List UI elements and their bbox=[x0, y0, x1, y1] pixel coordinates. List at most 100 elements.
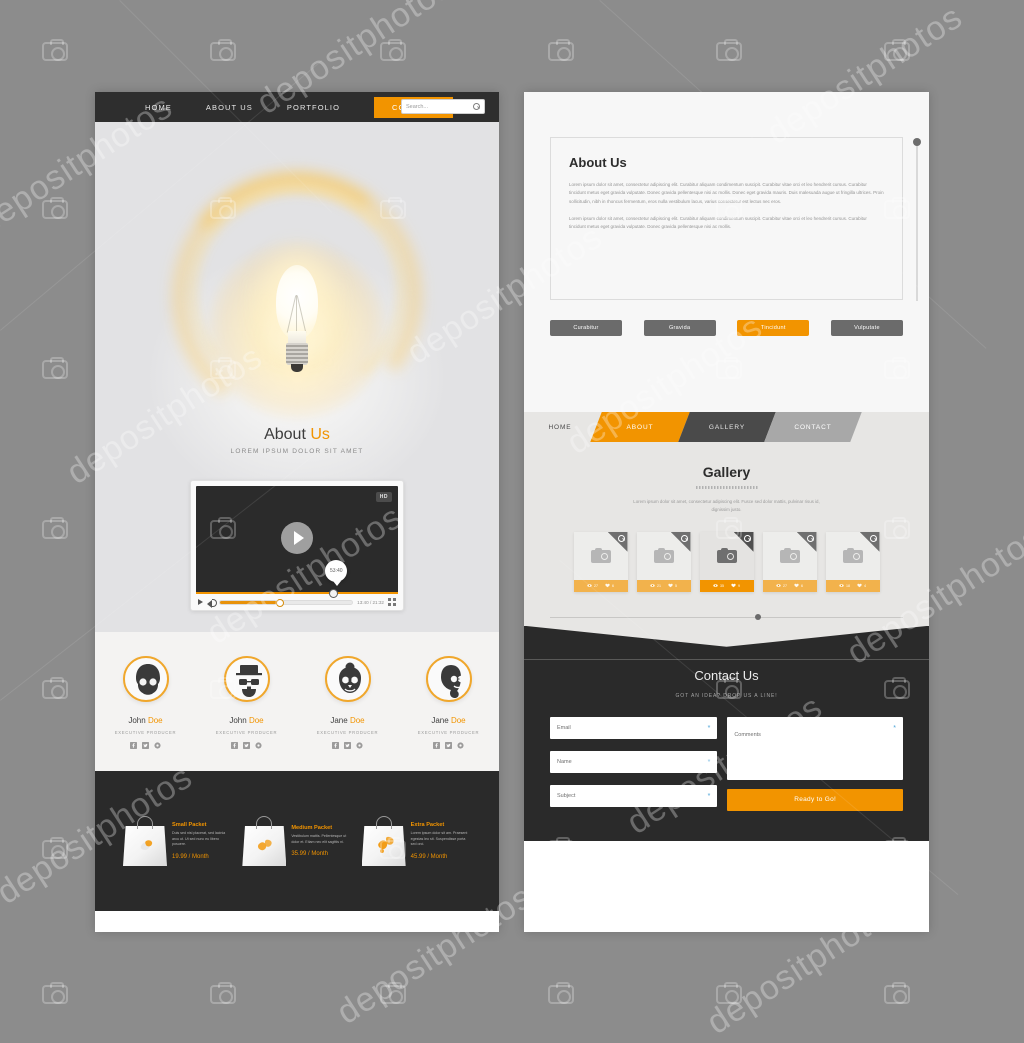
skewnav-item-gallery[interactable]: GALLERY bbox=[678, 412, 776, 442]
gallery-card[interactable]: 27 6 bbox=[573, 531, 628, 592]
eye-icon bbox=[839, 584, 844, 588]
facebook-icon[interactable] bbox=[130, 742, 137, 749]
facebook-icon[interactable] bbox=[332, 742, 339, 749]
zoom-corner-badge[interactable] bbox=[733, 531, 754, 552]
member-role: EXECUTIVE PRODUCER bbox=[417, 730, 480, 735]
team-member: John Doe EXECUTIVE PRODUCER bbox=[106, 656, 186, 749]
play-icon-small[interactable] bbox=[198, 599, 203, 605]
avatar[interactable] bbox=[223, 656, 270, 702]
team-member: Jane Doe EXECUTIVE PRODUCER bbox=[308, 656, 388, 749]
nav-item-home[interactable]: HOME bbox=[145, 97, 172, 118]
name-field[interactable]: Name * bbox=[550, 750, 718, 773]
email-field[interactable]: Email * bbox=[550, 716, 718, 739]
social-links bbox=[106, 742, 186, 749]
dribbble-icon[interactable] bbox=[457, 742, 464, 749]
gallery-thumbnail bbox=[700, 531, 754, 580]
gallery-card[interactable]: 18 4 bbox=[825, 531, 880, 592]
about-title: About Us bbox=[569, 155, 627, 170]
carousel-track bbox=[550, 616, 903, 618]
packet-title: Extra Packet bbox=[410, 822, 445, 829]
vertical-slider-handle[interactable] bbox=[913, 138, 921, 146]
gallery-thumbnail bbox=[574, 531, 628, 580]
subject-field[interactable]: Subject * bbox=[550, 784, 718, 807]
facebook-icon[interactable] bbox=[433, 742, 440, 749]
volume-slider[interactable] bbox=[219, 598, 354, 607]
comment-count: 5 bbox=[668, 583, 677, 588]
tag-button-gravida[interactable]: Gravida bbox=[643, 320, 716, 336]
nav-item-portfolio[interactable]: PORTFOLIO bbox=[287, 97, 340, 118]
packet-description: Duis sed nisl placerat, sed lacinia arcu… bbox=[172, 831, 226, 847]
member-role: EXECUTIVE PRODUCER bbox=[316, 730, 379, 735]
zoom-corner-badge[interactable] bbox=[859, 531, 880, 552]
zoom-corner-badge[interactable] bbox=[796, 531, 817, 552]
camera-icon bbox=[779, 548, 800, 564]
volume-handle[interactable] bbox=[275, 598, 284, 607]
comments-textarea[interactable]: Comments * bbox=[727, 716, 903, 780]
gallery-card[interactable]: 21 5 bbox=[636, 531, 691, 592]
skewnav-label: HOME bbox=[548, 423, 572, 431]
video-player: HD 53:40 13:40 / 21:32 bbox=[190, 480, 404, 611]
twitter-icon[interactable] bbox=[142, 742, 149, 749]
member-name: John Doe bbox=[106, 716, 186, 725]
pricing-section: Small Packet Duis sed nisl placerat, sed… bbox=[95, 771, 499, 911]
gallery-title: Gallery bbox=[702, 464, 751, 480]
camera-icon bbox=[716, 548, 737, 564]
time-display: 13:40 / 21:32 bbox=[357, 599, 384, 605]
member-last-name: Doe bbox=[147, 716, 163, 725]
pricing-card[interactable]: Extra Packet Lorem ipsum dolor sit am. P… bbox=[361, 816, 471, 866]
nav-item-about-us[interactable]: ABOUT US bbox=[206, 97, 253, 118]
avatar[interactable] bbox=[122, 656, 169, 702]
submit-button[interactable]: Ready to Go! bbox=[727, 788, 903, 811]
search-input[interactable]: Search... bbox=[401, 99, 485, 114]
skewnav-item-contact[interactable]: CONTACT bbox=[764, 412, 862, 442]
dribbble-icon[interactable] bbox=[356, 742, 363, 749]
skewnav-item-about[interactable]: ABOUT bbox=[590, 412, 690, 442]
gallery-card-featured[interactable]: 35 9 bbox=[699, 531, 754, 592]
avatar[interactable] bbox=[324, 656, 371, 702]
camera-icon bbox=[653, 548, 674, 564]
volume-icon[interactable] bbox=[207, 598, 217, 608]
tag-button-tincidunt[interactable]: Tincidunt bbox=[737, 320, 810, 336]
dribbble-icon[interactable] bbox=[154, 742, 161, 749]
comment-count: 4 bbox=[857, 583, 866, 588]
video-progress-bar[interactable] bbox=[196, 592, 398, 594]
contact-form-right-column: Comments * Ready to Go! bbox=[727, 716, 903, 811]
zoom-icon bbox=[869, 534, 877, 542]
twitter-icon[interactable] bbox=[445, 742, 452, 749]
twitter-icon[interactable] bbox=[243, 742, 250, 749]
camera-icon bbox=[548, 982, 574, 1004]
tag-button-curabitur[interactable]: Curabitur bbox=[550, 320, 622, 336]
subject-field-label: Subject bbox=[557, 792, 576, 799]
hd-badge: HD bbox=[375, 492, 392, 502]
vertical-slider[interactable] bbox=[912, 138, 922, 301]
video-screen[interactable]: HD 53:40 bbox=[196, 486, 398, 598]
camera-icon bbox=[548, 39, 574, 61]
twitter-icon[interactable] bbox=[344, 742, 351, 749]
avatar[interactable] bbox=[425, 656, 472, 702]
zoom-corner-badge[interactable] bbox=[670, 531, 691, 552]
member-first-name: John bbox=[128, 716, 148, 725]
fullscreen-icon[interactable] bbox=[388, 598, 396, 606]
zoom-corner-badge[interactable] bbox=[607, 531, 628, 552]
eye-icon bbox=[713, 584, 718, 588]
social-links bbox=[207, 742, 287, 749]
dribbble-icon[interactable] bbox=[255, 742, 262, 749]
required-marker: * bbox=[893, 724, 896, 732]
seek-tooltip: 53:40 bbox=[325, 560, 348, 586]
gallery-thumbnail bbox=[763, 531, 817, 580]
play-button[interactable] bbox=[281, 522, 313, 554]
view-count: 35 bbox=[713, 583, 724, 588]
gallery-card[interactable]: 27 6 bbox=[762, 531, 817, 592]
facebook-icon[interactable] bbox=[231, 742, 238, 749]
tag-button-vulputate[interactable]: Vulputate bbox=[830, 320, 903, 336]
packet-description: Vestibulum mattis. Pellentesque ut dolor… bbox=[291, 833, 347, 844]
pricing-card[interactable]: Medium Packet Vestibulum mattis. Pellent… bbox=[242, 816, 351, 866]
eye-icon bbox=[776, 584, 781, 588]
pricing-card[interactable]: Small Packet Duis sed nisl placerat, sed… bbox=[123, 816, 232, 866]
member-name: John Doe bbox=[207, 716, 287, 725]
comment-count-value: 5 bbox=[675, 583, 677, 588]
carousel-handle[interactable] bbox=[754, 613, 761, 620]
gallery-carousel-slider[interactable] bbox=[550, 610, 903, 626]
hero-title-main: About bbox=[264, 426, 311, 443]
skewnav-item-home[interactable]: HOME bbox=[524, 412, 596, 442]
